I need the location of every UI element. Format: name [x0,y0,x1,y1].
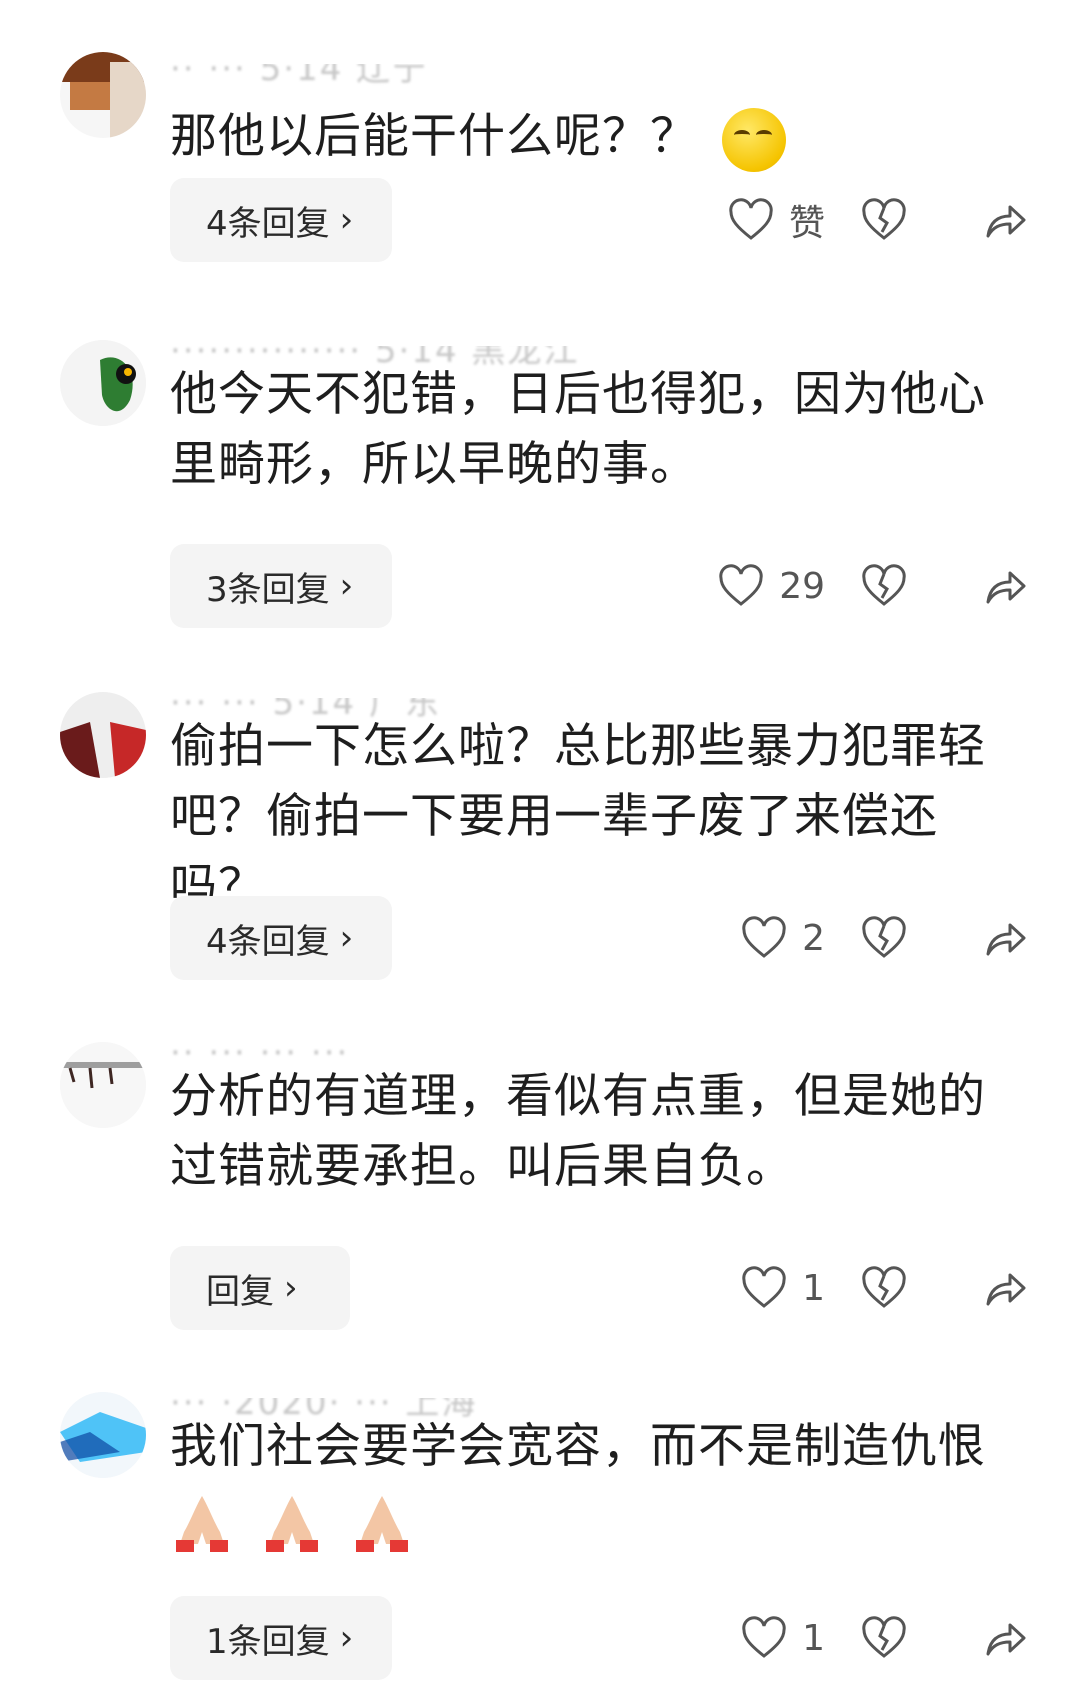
heart-outline-icon [729,198,773,240]
avatar[interactable] [60,52,146,138]
comment-text: 偷拍一下怎么啦？总比那些暴力犯罪轻吧？偷拍一下要用一辈子废了来偿还吗？ [170,719,986,914]
broken-heart-icon[interactable] [860,1614,908,1662]
comment-text: 他今天不犯错，日后也得犯，因为他心里畸形，所以早晚的事。 [170,367,986,492]
reply-count-label: 4条回复 [206,921,330,962]
comment-item: ··············· 5·14 黑龙江 他今天不犯错，日后也得犯，因为… [0,320,1080,640]
chevron-right-icon: › [339,918,354,958]
share-arrow-icon[interactable] [980,1614,1028,1662]
like-button[interactable]: 1 [740,1246,825,1330]
view-replies-button[interactable]: 4条回复 › [170,178,392,262]
heart-outline-icon [742,1616,786,1658]
share-arrow-icon[interactable] [980,196,1028,244]
chevron-right-icon: › [339,566,354,606]
comment-item: ·· ··· 5·14 辽宁 那他以后能干什么呢？？ 4条回复 › 赞 [0,40,1080,280]
heart-outline-icon [742,916,786,958]
view-replies-button[interactable]: 回复 › [170,1246,350,1330]
like-button[interactable]: 2 [740,896,825,980]
comment-text: 我们社会要学会宽容，而不是制造仇恨 [170,1412,1030,1554]
praying-hands-icon [355,1495,408,1552]
comment-item: ·· ··· ··· ··· 分析的有道理，看似有点重，但是她的过错就要承担。叫… [0,1022,1080,1342]
view-replies-button[interactable]: 1条回复 › [170,1596,392,1680]
like-count: 赞 [788,203,825,244]
reply-count-label: 3条回复 [206,569,330,610]
smirk-emoji-icon [722,107,786,172]
avatar[interactable] [60,692,146,778]
like-count: 1 [802,1617,825,1659]
share-arrow-icon[interactable] [980,914,1028,962]
share-arrow-icon[interactable] [980,562,1028,610]
view-replies-button[interactable]: 3条回复 › [170,544,392,628]
comment-actions: 2 [660,896,1040,980]
heart-outline-icon [742,1266,786,1308]
avatar[interactable] [60,1392,146,1478]
like-button[interactable]: 29 [717,544,825,628]
comment-text: 那他以后能干什么呢？？ [170,102,1030,172]
broken-heart-icon[interactable] [860,562,908,610]
praying-hands-icon [265,1495,318,1552]
chevron-right-icon: › [339,200,354,240]
avatar[interactable] [60,1042,146,1128]
view-replies-button[interactable]: 4条回复 › [170,896,392,980]
comment-actions: 1 [660,1596,1040,1680]
chevron-right-icon: › [284,1268,298,1308]
share-arrow-icon[interactable] [980,1264,1028,1312]
comment-text: 分析的有道理，看似有点重，但是她的过错就要承担。叫后果自负。 [170,1069,986,1194]
comment-actions: 赞 [660,178,1040,262]
praying-hands-icon [176,1495,228,1552]
comment-actions: 29 [660,544,1040,628]
comment-meta: ·· ··· 5·14 辽宁 [170,64,429,86]
reply-count-label: 1条回复 [206,1621,330,1662]
comment-item: ··· ·2020· ··· 上海 我们社会要学会宽容，而不是制造仇恨 1条回复… [0,1372,1080,1687]
like-button[interactable]: 1 [740,1596,825,1680]
like-count: 29 [779,565,825,607]
broken-heart-icon[interactable] [860,914,908,962]
broken-heart-icon[interactable] [860,1264,908,1312]
heart-outline-icon [719,564,763,606]
like-button[interactable]: 赞 [727,178,825,262]
broken-heart-icon[interactable] [860,196,908,244]
like-count: 2 [802,917,825,959]
reply-count-label: 4条回复 [206,203,330,244]
comment-actions: 1 [660,1246,1040,1330]
comment-item: ··· ··· 5·14 广东 偷拍一下怎么啦？总比那些暴力犯罪轻吧？偷拍一下要… [0,672,1080,992]
like-count: 1 [802,1267,825,1309]
reply-count-label: 回复 [206,1271,274,1312]
emoji-row [170,1484,1030,1554]
chevron-right-icon: › [339,1618,354,1658]
avatar[interactable] [60,340,146,426]
